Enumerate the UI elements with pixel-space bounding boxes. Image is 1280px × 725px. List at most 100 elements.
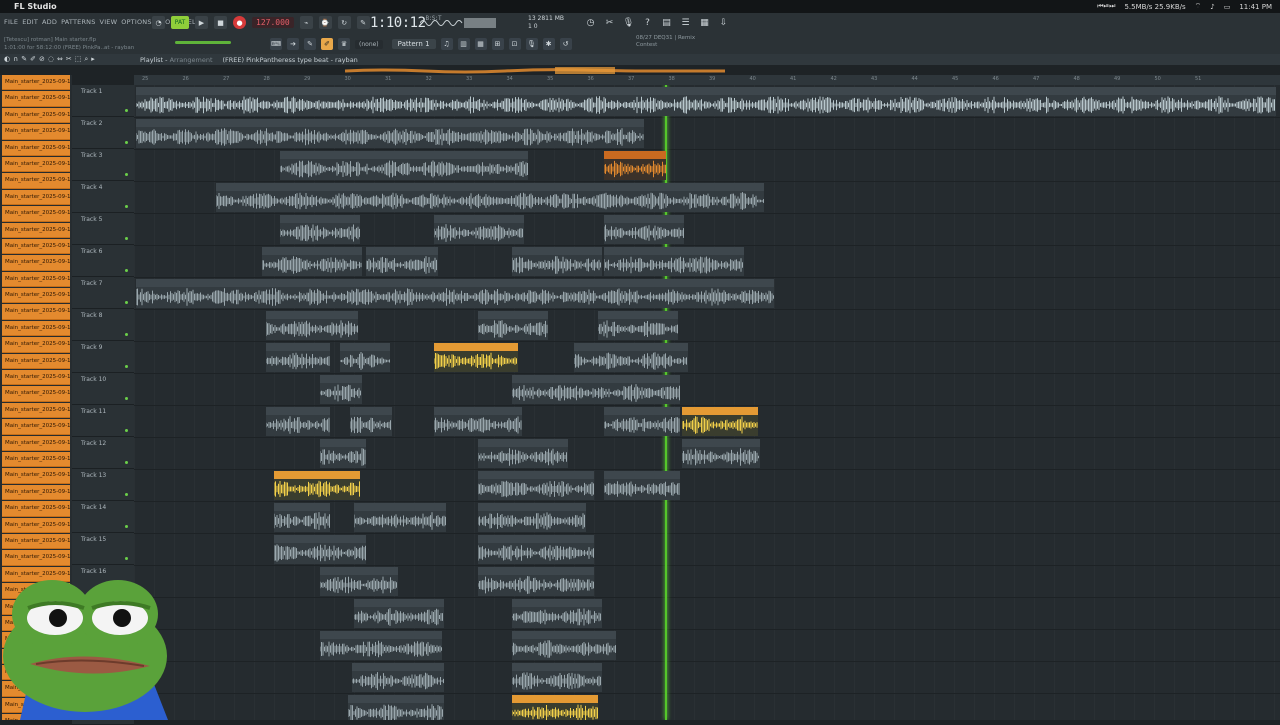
wait-input-icon[interactable]: ⌁ <box>299 16 313 29</box>
audio-clip[interactable]: Main_starter_20..48-08_Insert 2 <box>604 471 680 500</box>
track-lane[interactable] <box>134 693 1280 720</box>
cpu-icon[interactable]: ◷ <box>585 17 596 28</box>
track-lane[interactable] <box>134 565 1280 598</box>
track-enable-led[interactable] <box>125 461 128 464</box>
browser-item[interactable]: Main_starter_2025-09-16 <box>2 222 70 238</box>
playlist-icon[interactable]: ▤ <box>661 17 672 28</box>
track-header[interactable]: Track 9 <box>72 341 134 373</box>
track-header[interactable]: Track 4 <box>72 181 134 213</box>
menu-patterns[interactable]: PATTERNS <box>61 18 95 26</box>
magnet-icon[interactable]: ∩ <box>13 55 18 64</box>
track-header[interactable]: Track 14 <box>72 501 134 533</box>
browser-item[interactable]: Main_starter_2025-09-16 <box>2 107 70 124</box>
browser-item[interactable]: Main_starter_2025-09-16 <box>2 451 70 468</box>
browser-item[interactable]: Main_starter_2025-09-16 <box>2 468 70 484</box>
brush-icon[interactable]: ✐ <box>30 55 36 64</box>
audio-clip[interactable]: Main_starter_..0-28_Insert 2 <box>604 407 680 436</box>
audio-clip[interactable]: Main_starter_2025-0..6-10_Insert 2 <box>262 247 362 276</box>
track-header[interactable]: Track 7 <box>72 277 134 309</box>
audio-clip[interactable]: Main_starter_..48_Insert 2 <box>684 247 744 276</box>
browser-item[interactable]: Main_starter_2025-09-16 <box>2 353 70 370</box>
track-lane[interactable] <box>134 373 1280 406</box>
track-header[interactable]: Track 11 <box>72 405 134 437</box>
browser-item[interactable]: Main_starter_2025-09-16 <box>2 533 70 550</box>
track-enable-led[interactable] <box>125 141 128 144</box>
browser-item[interactable]: Main_starter_2025-09-16 <box>2 271 70 288</box>
browser-item[interactable]: Main_starter_2025-09-16 <box>2 320 70 337</box>
select-icon[interactable]: ⬚ <box>75 55 82 64</box>
browser-item[interactable]: Main_starter_2025-09-16 <box>2 140 70 156</box>
audio-clip[interactable]: Main_st...Insert 2 <box>136 119 184 148</box>
audio-clip[interactable]: Main_starter_2025-09-16-23-38-13_Insert … <box>320 631 442 660</box>
track-header[interactable]: Track 12 <box>72 437 134 469</box>
browser-item[interactable]: Main_starter_2025-09-16 <box>2 124 70 140</box>
audio-clip[interactable]: Main_start..5_Insert 2 <box>274 503 330 532</box>
audio-clip[interactable]: Main_starter_2..3-26-21_Insert 2 <box>682 439 760 468</box>
keyboard-icon[interactable]: ⌨ <box>270 38 282 50</box>
audio-clip[interactable]: Main_starter_2..3-34-48_Insert 2 <box>478 439 568 468</box>
tools-icon[interactable]: ✂ <box>604 17 615 28</box>
metronome-icon[interactable]: ◔ <box>152 16 165 29</box>
mic-tool-icon[interactable]: 🎙 <box>525 38 538 50</box>
audio-clip[interactable]: Main_starter_2025-09-16-23-16-33_Insert … <box>184 119 644 148</box>
track-header[interactable]: Track 1 <box>72 85 134 117</box>
track-enable-led[interactable] <box>125 493 128 496</box>
browser-item[interactable]: Main_starter_2025-09-16 <box>2 386 70 402</box>
browser-item[interactable]: Main_starter_2025-09-16 <box>2 402 70 419</box>
menu-view[interactable]: VIEW <box>100 18 118 26</box>
browser-item[interactable]: Main_starter_2025-09-16 <box>2 206 70 222</box>
browser-item[interactable]: Main_starter_2025-09-16 <box>2 419 70 435</box>
pencil-icon[interactable]: ✎ <box>21 55 27 64</box>
master-volume-slider[interactable] <box>175 41 231 44</box>
mic-icon[interactable]: 🎙 <box>623 17 634 28</box>
pencil-tool-icon[interactable]: ✎ <box>304 38 316 50</box>
arrangement-overview[interactable] <box>345 66 725 75</box>
stamp-icon[interactable]: ♛ <box>338 38 350 50</box>
audio-clip[interactable]: Main_starter_2..3-45_Insert 2 <box>682 407 758 436</box>
battery-icon[interactable]: ▭ <box>1224 3 1231 11</box>
audio-clip[interactable]: Main_st..Insert 2 <box>320 375 362 404</box>
audio-clip[interactable]: Main_starter_20..18_Insert 2 <box>266 343 330 372</box>
audio-clip[interactable]: Main_starter_2025-09-16-23-22-48_Insert … <box>216 183 764 212</box>
playback-icon[interactable]: ▸ <box>91 55 95 64</box>
menu-add[interactable]: ADD <box>42 18 57 26</box>
track-enable-led[interactable] <box>125 269 128 272</box>
browser-item[interactable]: Main_starter_2025-09-16 <box>2 255 70 271</box>
audio-clip[interactable]: Main_starter_2..28-06_Insert 2 <box>320 567 398 596</box>
loop-record-icon[interactable]: ↻ <box>337 16 351 29</box>
audio-clip[interactable] <box>604 151 666 180</box>
browser-item[interactable]: Main_starter_2025-09-16 <box>2 91 70 107</box>
slip-icon[interactable]: ⇔ <box>57 55 63 64</box>
track-header[interactable]: Track 3 <box>72 149 134 181</box>
browser-item[interactable]: Main_starter_2025-09-16 <box>2 156 70 173</box>
pattern-song-toggle[interactable]: PAT <box>171 16 189 29</box>
track-enable-led[interactable] <box>125 397 128 400</box>
browser-item[interactable]: Main_starter_2025-09-16 <box>2 75 70 91</box>
browser-icon[interactable]: ▦ <box>699 17 710 28</box>
track-enable-led[interactable] <box>125 429 128 432</box>
stop-button[interactable]: ■ <box>214 16 227 29</box>
track-enable-led[interactable] <box>125 365 128 368</box>
media-controls-icon[interactable]: ⏮⏯⏭ <box>1097 2 1115 11</box>
piano-roll-icon[interactable]: ▥ <box>457 38 470 50</box>
delete-icon[interactable]: ⊘ <box>39 55 45 64</box>
mixer-tool-icon[interactable]: ⊞ <box>491 38 504 50</box>
audio-clip[interactable]: Main_starter_2025-09-16-23-29-23_Insert … <box>478 535 594 564</box>
play-button[interactable]: ▶ <box>195 16 208 29</box>
step-edit-icon[interactable]: ✎ <box>356 16 370 29</box>
track-enable-led[interactable] <box>125 237 128 240</box>
track-header[interactable]: Track 5 <box>72 213 134 245</box>
track-header[interactable]: Track 8 <box>72 309 134 341</box>
help-icon[interactable]: ? <box>642 17 653 28</box>
audio-clip[interactable]: Main_starter_202..3-41-18_Insert 2 <box>434 407 522 436</box>
audio-clip[interactable]: Main_starter_202..3-38-48_Insert 2 <box>594 375 680 404</box>
audio-clip[interactable]: Main_starter_2025-09-16-23-16-32_Insert … <box>478 471 594 500</box>
arrow-icon[interactable]: ➔ <box>287 38 299 50</box>
browser-item[interactable]: Main_starter_2025-09-16 <box>2 288 70 304</box>
track-lane[interactable] <box>134 661 1280 694</box>
track-header[interactable]: Track 10 <box>72 373 134 405</box>
mixer-icon[interactable]: ☰ <box>680 17 691 28</box>
audio-clip[interactable]: Main_starter_2025..3-26-13_Insert 2 <box>348 695 444 720</box>
audio-clip[interactable]: Main_starter_2025-09-16-23-38-13_Insert … <box>136 279 774 308</box>
volume-icon[interactable]: ♪ <box>1210 3 1214 11</box>
